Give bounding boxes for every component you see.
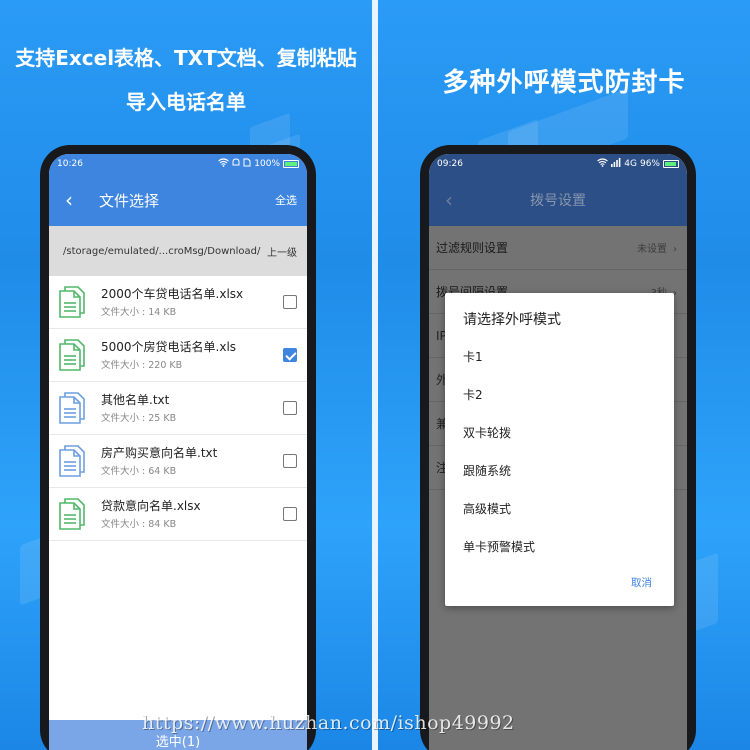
text-file-icon [59, 392, 85, 424]
status-time: 10:26 [57, 159, 83, 169]
chevron-right-icon: › [673, 244, 677, 255]
file-checkbox[interactable] [283, 295, 297, 309]
file-size: 文件大小 : 84 KB [101, 519, 177, 530]
option-sim2[interactable]: 卡2 [445, 375, 674, 413]
network-type: 4G [624, 159, 637, 169]
status-bar: 10:26 100% [49, 154, 307, 174]
cancel-button[interactable]: 取消 [631, 575, 652, 590]
phone-screen: 10:26 100% ‹ 文件选择 全选 /storage/emulated/.… [49, 154, 307, 750]
signal-icon [611, 158, 621, 170]
right-promo-panel: 多种外呼模式防封卡 09:26 4G 96% ‹ 拨号设置 过滤规则设置 未设置… [378, 0, 750, 750]
option-sim1[interactable]: 卡1 [445, 337, 674, 375]
phone-frame: 09:26 4G 96% ‹ 拨号设置 过滤规则设置 未设置 › 拨号间隔设置 … [420, 145, 696, 750]
file-checkbox[interactable] [283, 401, 297, 415]
promo-subheadline: 导入电话名单 [126, 90, 246, 114]
file-name: 其他名单.txt [101, 393, 170, 407]
excel-file-icon [59, 339, 85, 371]
settings-row-filter-rules[interactable]: 过滤规则设置 未设置 › [429, 226, 687, 270]
notification-icon [232, 158, 240, 170]
option-follow-system[interactable]: 跟随系统 [445, 451, 674, 489]
file-name: 5000个房贷电话名单.xls [101, 340, 237, 354]
file-row[interactable]: 房产购买意向名单.txt 文件大小 : 64 KB [49, 435, 307, 488]
call-mode-dialog: 请选择外呼模式 卡1 卡2 双卡轮拨 跟随系统 高级模式 单卡预警模式 取消 [445, 293, 674, 606]
text-file-icon [59, 445, 85, 477]
phone-frame: 10:26 100% ‹ 文件选择 全选 /storage/emulated/.… [40, 145, 316, 750]
back-arrow-icon[interactable]: ‹ [429, 188, 469, 212]
phone-screen: 09:26 4G 96% ‹ 拨号设置 过滤规则设置 未设置 › 拨号间隔设置 … [429, 154, 687, 750]
file-checkbox[interactable] [283, 348, 297, 362]
current-path: /storage/emulated/...croMsg/Download/ [63, 245, 261, 257]
left-promo-panel: 支持Excel表格、TXT文档、复制粘贴 导入电话名单 10:26 100% ‹… [0, 0, 372, 750]
file-checkbox[interactable] [283, 454, 297, 468]
wifi-icon [597, 158, 609, 170]
status-time: 09:26 [437, 159, 463, 169]
promo-headline: 多种外呼模式防封卡 [442, 68, 686, 98]
back-arrow-icon[interactable]: ‹ [49, 188, 89, 212]
file-row[interactable]: 其他名单.txt 文件大小 : 25 KB [49, 382, 307, 435]
wifi-icon [218, 158, 230, 170]
dialog-title: 请选择外呼模式 [463, 312, 561, 328]
file-size: 文件大小 : 220 KB [101, 360, 183, 371]
page-title: 拨号设置 [530, 193, 586, 209]
setting-label: 过滤规则设置 [436, 241, 509, 255]
file-name: 房产购买意向名单.txt [101, 446, 218, 460]
parent-directory-button[interactable]: 上一级 [267, 244, 297, 259]
option-advanced-mode[interactable]: 高级模式 [445, 489, 674, 527]
setting-value: 未设置 [637, 244, 667, 255]
status-bar: 09:26 4G 96% [429, 154, 687, 174]
path-bar: /storage/emulated/...croMsg/Download/ 上一… [49, 226, 307, 276]
file-checkbox[interactable] [283, 507, 297, 521]
option-dual-sim-rotation[interactable]: 双卡轮拨 [445, 413, 674, 451]
battery-percent: 96% [639, 159, 660, 169]
option-single-sim-alert[interactable]: 单卡预警模式 [445, 527, 674, 565]
app-bar: ‹ 拨号设置 [429, 174, 687, 226]
excel-file-icon [59, 286, 85, 318]
battery-icon [663, 160, 679, 168]
page-title: 文件选择 [99, 191, 160, 210]
battery-percent: 100% [254, 159, 280, 169]
dialog-options: 卡1 卡2 双卡轮拨 跟随系统 高级模式 单卡预警模式 [445, 337, 674, 565]
file-list: 2000个车贷电话名单.xlsx 文件大小 : 14 KB 5000个房贷电话名… [49, 276, 307, 541]
promo-headline: 支持Excel表格、TXT文档、复制粘贴 [15, 46, 357, 70]
sim-icon [243, 158, 251, 170]
file-name: 贷款意向名单.xlsx [101, 499, 201, 513]
file-name: 2000个车贷电话名单.xlsx [101, 287, 244, 301]
file-size: 文件大小 : 14 KB [101, 307, 177, 318]
file-row[interactable]: 5000个房贷电话名单.xls 文件大小 : 220 KB [49, 329, 307, 382]
file-row[interactable]: 贷款意向名单.xlsx 文件大小 : 84 KB [49, 488, 307, 541]
file-size: 文件大小 : 64 KB [101, 466, 177, 477]
battery-icon [283, 160, 299, 168]
file-size: 文件大小 : 25 KB [101, 413, 177, 424]
app-bar: ‹ 文件选择 全选 [49, 174, 307, 226]
select-all-button[interactable]: 全选 [275, 192, 307, 208]
file-row[interactable]: 2000个车贷电话名单.xlsx 文件大小 : 14 KB [49, 276, 307, 329]
watermark-url: https://www.huzhan.com/ishop49992 [142, 712, 515, 734]
excel-file-icon [59, 498, 85, 530]
